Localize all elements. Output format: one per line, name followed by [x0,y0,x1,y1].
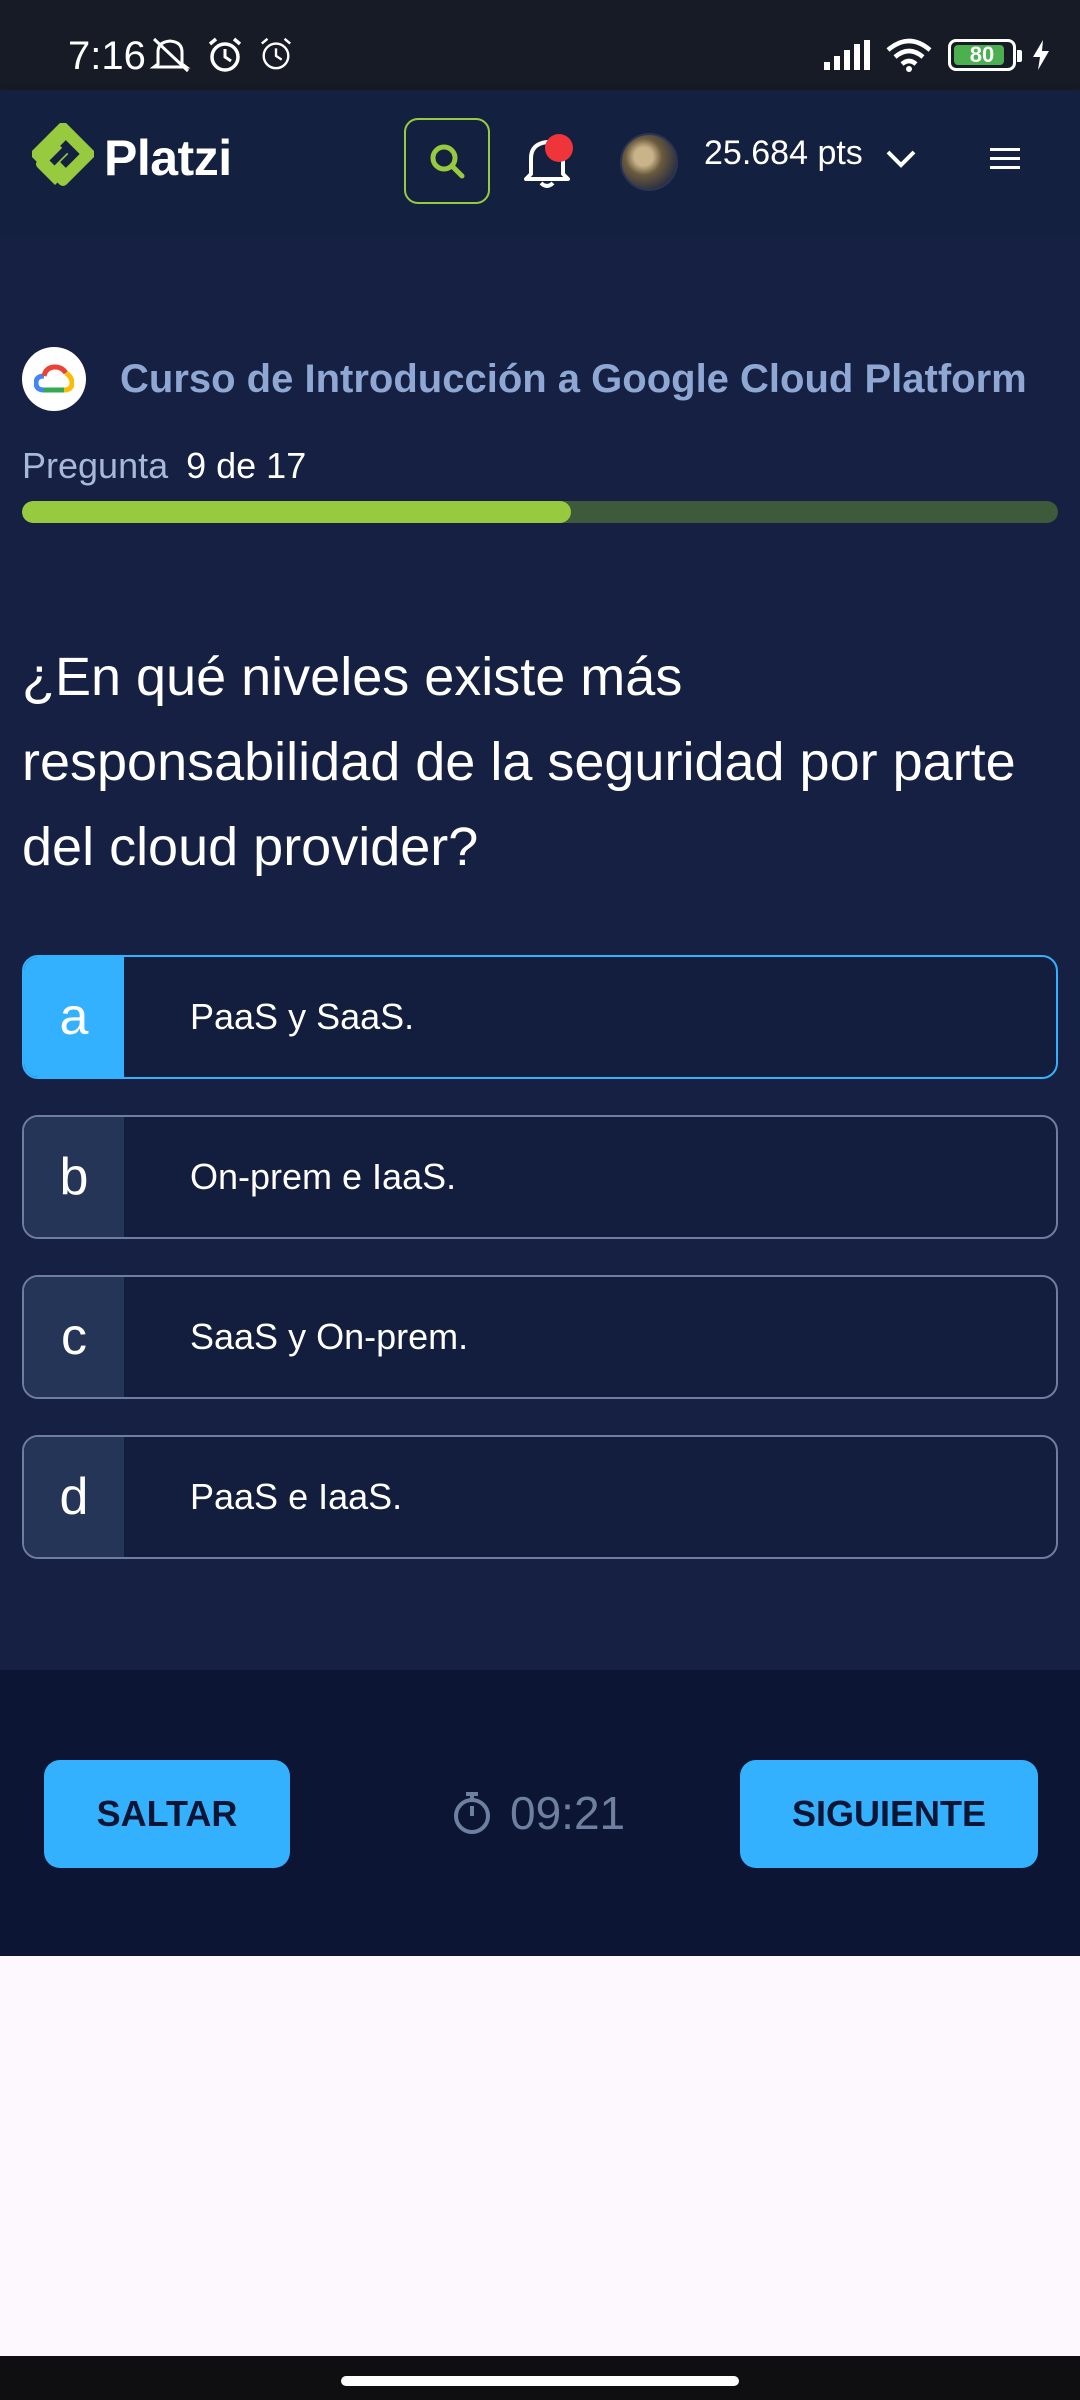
status-bar: 7:16 80 [0,0,1080,90]
course-header: Curso de Introducción a Google Cloud Pla… [22,347,1027,411]
course-title[interactable]: Curso de Introducción a Google Cloud Pla… [120,357,1027,402]
option-text: SaaS y On-prem. [190,1316,469,1357]
answer-option-a[interactable]: a PaaS y SaaS. [22,955,1058,1079]
option-letter: c [24,1277,124,1397]
progress-fill [22,501,572,523]
option-letter: d [24,1437,124,1557]
top-navigation: Platzi 25.684 pts [0,90,1080,235]
battery-level: 80 [969,42,995,67]
search-icon [430,144,465,179]
option-text: On-prem e IaaS. [190,1156,457,1197]
timer-value: 09:21 [510,1787,626,1839]
user-points[interactable]: 25.684 pts [704,134,863,173]
wifi-icon [886,38,932,72]
option-text: PaaS y SaaS. [190,996,415,1037]
option-letter: a [24,957,124,1077]
logo-text: Platzi [104,130,232,186]
home-gesture-handle[interactable] [341,2376,739,2386]
answer-option-b[interactable]: b On-prem e IaaS. [22,1115,1058,1239]
quiz-timer: 09:21 [452,1786,625,1840]
alarm-outline-icon [261,37,291,70]
notification-dot [545,134,573,162]
option-letter: b [24,1117,124,1237]
quiz-footer: SALTAR 09:21 SIGUIENTE [0,1670,1080,1956]
question-label: Pregunta [22,445,169,486]
google-cloud-logo [22,347,86,411]
platzi-logo-icon [32,123,94,186]
user-avatar[interactable] [620,133,678,191]
quiz-content: Curso de Introducción a Google Cloud Pla… [0,235,1080,1670]
charging-icon [1033,40,1049,70]
question-progress-text: 9 de 17 [186,445,307,486]
status-time: 7:16 [68,34,146,78]
next-button[interactable]: SIGUIENTE [740,1760,1038,1868]
battery-icon: 80 [948,39,1022,71]
hamburger-menu-icon[interactable] [990,146,1020,172]
mute-icon [150,37,191,73]
signal-icon [824,40,870,70]
question-progress-bar [22,501,1058,523]
stopwatch-icon [454,1792,490,1834]
answer-option-c[interactable]: c SaaS y On-prem. [22,1275,1058,1399]
skip-button[interactable]: SALTAR [44,1760,290,1868]
question-counter: Pregunta 9 de 17 [22,445,306,487]
answer-option-d[interactable]: d PaaS e IaaS. [22,1435,1058,1559]
google-cloud-icon [34,364,74,393]
question-text: ¿En qué niveles existe más responsabilid… [22,647,1016,877]
alarm-icon [208,37,242,72]
search-button[interactable] [404,118,490,204]
gesture-navigation-bar [0,2356,1080,2400]
chevron-down-icon[interactable] [884,148,918,170]
option-text: PaaS e IaaS. [190,1476,403,1517]
platzi-logo[interactable]: Platzi [32,123,232,193]
